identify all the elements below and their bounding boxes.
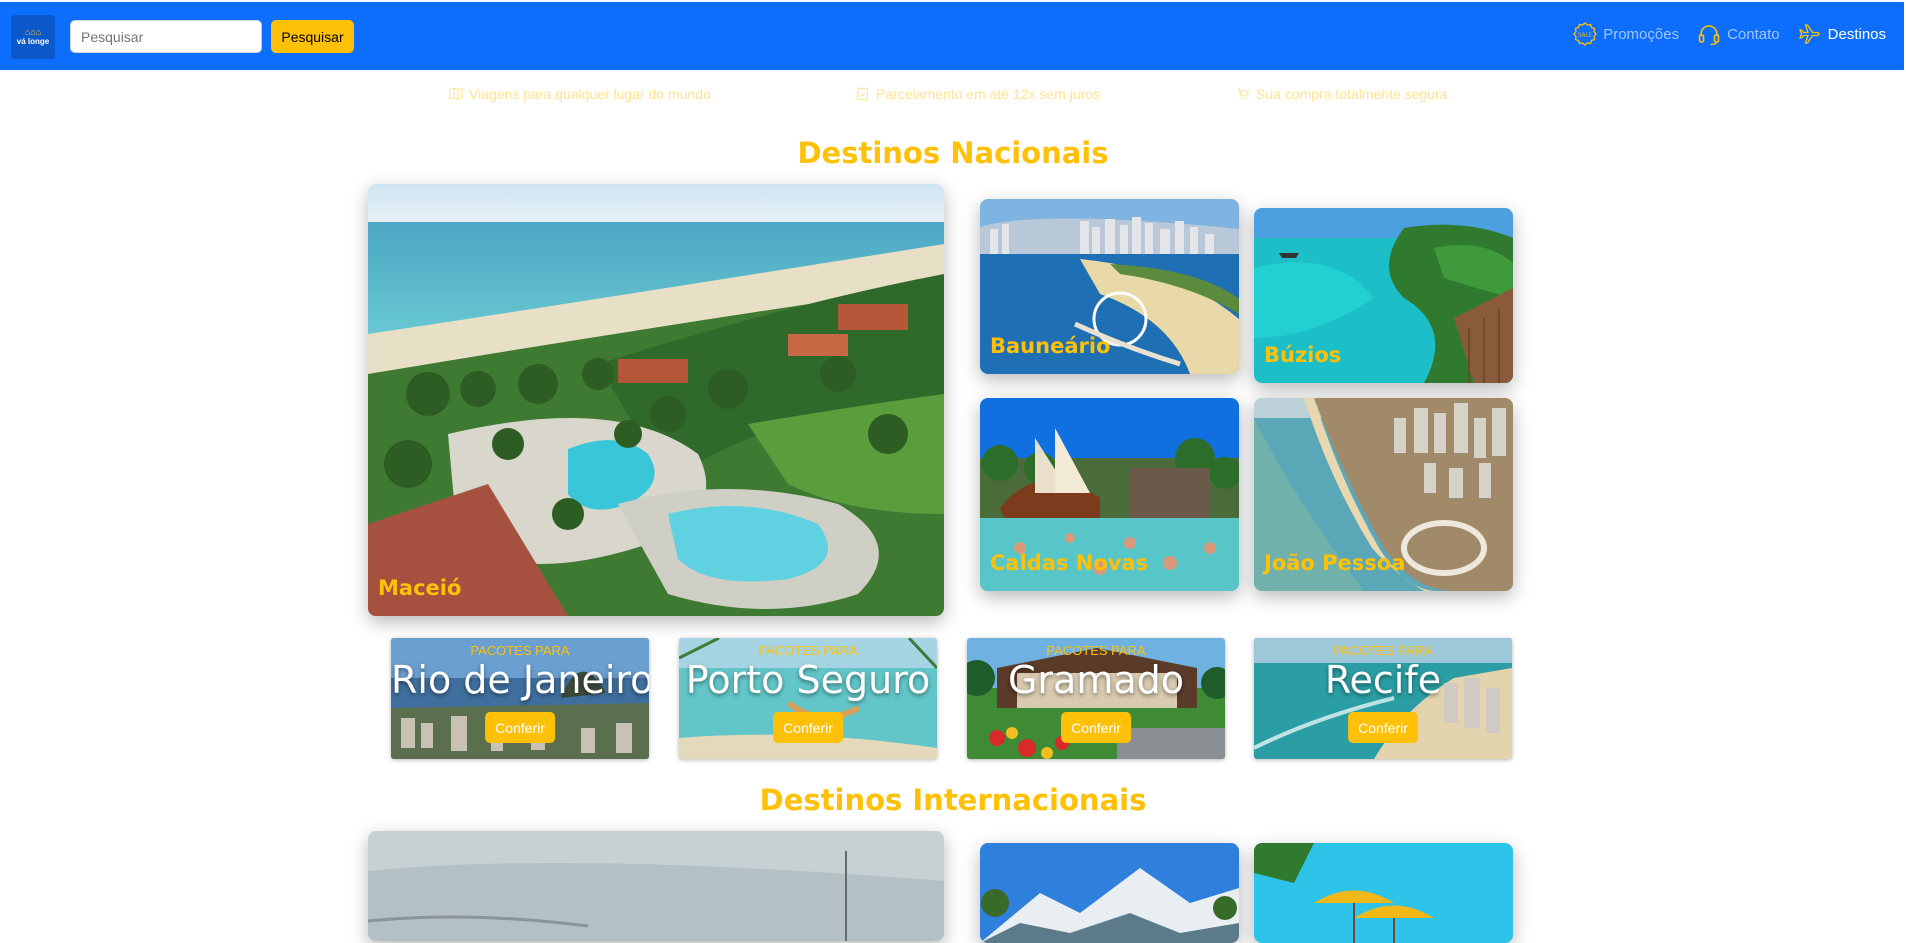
- package-prefix: PACOTES PARA: [470, 643, 570, 658]
- nav-label-promocoes: Promoções: [1603, 25, 1680, 43]
- package-card-recife[interactable]: PACOTES PARA Recife Conferir: [1254, 638, 1512, 759]
- nav-label-contato: Contato: [1727, 25, 1780, 43]
- airplane-icon: [1798, 22, 1822, 46]
- package-city: Porto Seguro: [685, 658, 931, 702]
- map-icon: [449, 87, 463, 100]
- destination-card-maceio[interactable]: Maceió: [368, 184, 944, 616]
- feature-text: Parcelamento em até 12x sem juros: [876, 86, 1101, 102]
- package-city: Gramado: [1007, 658, 1185, 702]
- destination-card-buzios[interactable]: Búzios: [1254, 208, 1513, 383]
- maceio-photo: [368, 184, 944, 616]
- nav-link-destinos[interactable]: Destinos: [1798, 22, 1886, 46]
- feature-item: Parcelamento em até 12x sem juros: [856, 86, 1100, 102]
- svg-text:SALE: SALE: [1578, 33, 1592, 39]
- package-prefix: PACOTES PARA: [758, 643, 858, 658]
- destination-label: João Pessoa: [1264, 551, 1406, 575]
- beach-photo: [1254, 843, 1513, 943]
- destination-card-bauneario[interactable]: Bauneário: [980, 199, 1239, 374]
- package-prefix: PACOTES PARA: [1333, 643, 1433, 658]
- nav-label-destinos: Destinos: [1827, 25, 1886, 43]
- card-check-icon: [857, 87, 868, 101]
- search-button[interactable]: Pesquisar: [271, 20, 354, 53]
- feature-text: Sua compra totalmente segura: [1256, 86, 1448, 102]
- conferir-button[interactable]: Conferir: [1061, 712, 1131, 743]
- feature-item: Viagens para qualquer lugar do mundo: [449, 86, 711, 102]
- package-card-rio-de-janeiro[interactable]: PACOTES PARA Rio de Janeiro Conferir: [391, 638, 649, 759]
- destination-label: Caldas Novas: [990, 551, 1149, 575]
- package-city: Rio de Janeiro: [391, 658, 649, 702]
- conferir-button[interactable]: Conferir: [485, 712, 555, 743]
- destination-label: Maceió: [378, 576, 462, 600]
- conferir-button[interactable]: Conferir: [1348, 712, 1418, 743]
- secure-cart-icon: [1237, 88, 1249, 100]
- feature-item: Sua compra totalmente segura: [1236, 86, 1447, 102]
- search-input[interactable]: [70, 20, 262, 53]
- conferir-button[interactable]: Conferir: [773, 712, 843, 743]
- mountains-photo: [980, 843, 1239, 943]
- destination-card-international-main[interactable]: [368, 831, 944, 941]
- section-title-internacionais: Destinos Internacionais: [759, 783, 1147, 817]
- destination-card-joao-pessoa[interactable]: João Pessoa: [1254, 398, 1513, 591]
- nav-links: SALE Promoções Contato Destinos: [1573, 22, 1886, 46]
- logo-text: vá longe: [16, 36, 50, 46]
- package-card-porto-seguro[interactable]: PACOTES PARA Porto Seguro Conferir: [679, 638, 937, 759]
- headset-icon: [1697, 22, 1721, 46]
- destination-card-international-beach[interactable]: [1254, 843, 1513, 943]
- brand-logo[interactable]: ⌂⌂⌂ vá longe: [11, 15, 55, 59]
- feature-text: Viagens para qualquer lugar do mundo: [469, 86, 711, 102]
- international-main-photo: [368, 831, 944, 941]
- package-card-gramado[interactable]: PACOTES PARA Gramado Conferir: [967, 638, 1225, 759]
- package-city: Recife: [1324, 658, 1442, 702]
- destination-card-caldas-novas[interactable]: Caldas Novas: [980, 398, 1239, 591]
- destination-label: Búzios: [1264, 343, 1342, 367]
- navbar: ⌂⌂⌂ vá longe Pesquisar SALE Promoções Co…: [0, 2, 1904, 70]
- logo-icon: ⌂⌂⌂: [24, 26, 42, 37]
- nav-link-contato[interactable]: Contato: [1697, 22, 1780, 46]
- nav-link-promocoes[interactable]: SALE Promoções: [1573, 22, 1679, 46]
- package-prefix: PACOTES PARA: [1046, 643, 1146, 658]
- destination-label: Bauneário: [990, 334, 1111, 358]
- section-title-nacionais: Destinos Nacionais: [797, 136, 1109, 170]
- features-strip: Viagens para qualquer lugar do mundo Par…: [0, 86, 1906, 106]
- destination-card-international-mountains[interactable]: [980, 843, 1239, 943]
- sale-badge-icon: SALE: [1573, 22, 1598, 46]
